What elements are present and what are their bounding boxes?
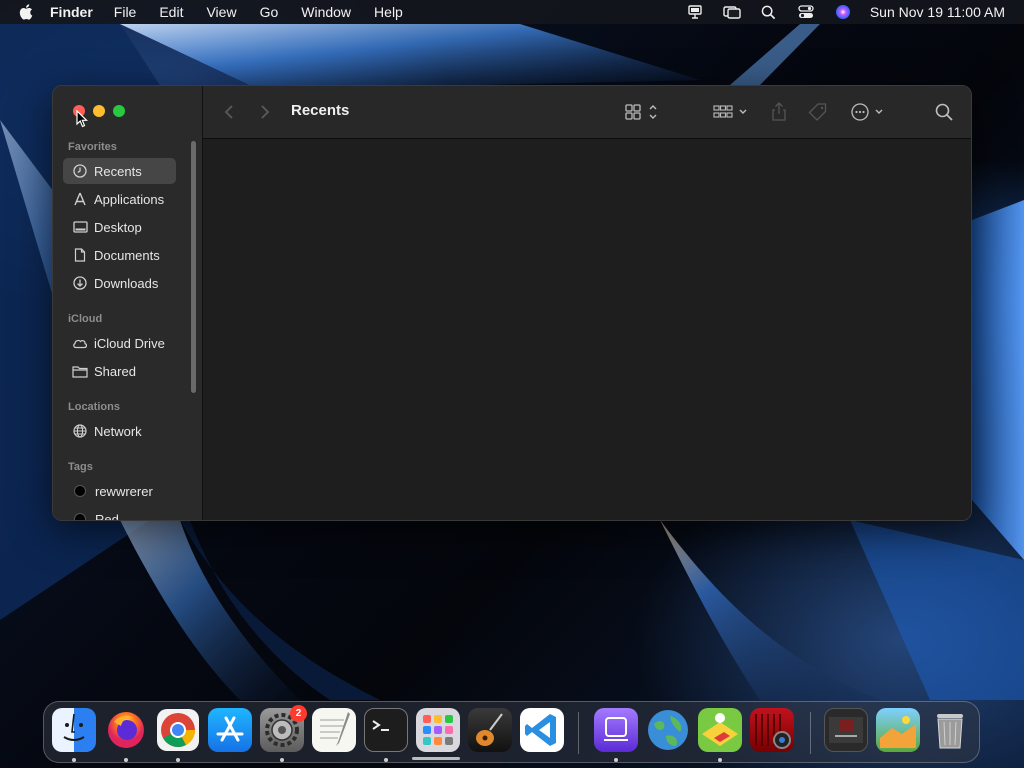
running-indicator	[124, 758, 128, 762]
menu-edit[interactable]: Edit	[159, 0, 183, 24]
sidebar-item-desktop[interactable]: Desktop	[63, 214, 176, 240]
siri-icon[interactable]	[833, 2, 853, 22]
dock-game-icon[interactable]	[698, 708, 742, 752]
mouse-pointer-icon	[76, 110, 88, 128]
dock-photobooth-icon[interactable]	[750, 708, 794, 752]
sidebar-item-label: Red	[95, 511, 119, 521]
dock-garageband-icon[interactable]	[468, 708, 512, 752]
section-locations: Locations	[68, 401, 120, 413]
spotlight-icon[interactable]	[759, 2, 779, 22]
sidebar-item-downloads[interactable]: Downloads	[63, 270, 176, 296]
share-icon[interactable]	[771, 100, 787, 124]
dock-settings-icon[interactable]: 2	[260, 705, 307, 752]
dock-terminal-icon[interactable]	[364, 708, 408, 752]
sidebar-scrollbar[interactable]	[191, 141, 196, 393]
dock-app-store-icon[interactable]	[208, 708, 252, 752]
section-icloud: iCloud	[68, 313, 103, 325]
menubar-clock[interactable]: Sun Nov 19 11:00 AM	[870, 4, 1005, 20]
applications-icon	[72, 191, 88, 207]
menu-view[interactable]: View	[206, 0, 236, 24]
sidebar-item-label: Network	[94, 423, 142, 439]
control-center-icon[interactable]	[796, 2, 816, 22]
sidebar-item-recents[interactable]: Recents	[63, 158, 176, 184]
sidebar-tag-rewwrerer[interactable]: rewwrerer	[63, 478, 176, 504]
minimize-button[interactable]	[93, 105, 105, 117]
dock-finder-icon[interactable]	[52, 708, 96, 752]
tag-icon[interactable]	[808, 100, 828, 124]
window-title: Recents	[291, 102, 350, 119]
shared-folder-icon	[72, 363, 88, 379]
search-icon[interactable]	[935, 100, 953, 124]
notification-badge: 2	[290, 705, 307, 722]
finder-sidebar: Favorites Recents Applications Desktop D…	[53, 86, 203, 520]
back-icon[interactable]	[223, 100, 235, 124]
sidebar-item-label: Desktop	[94, 219, 142, 235]
forward-icon[interactable]	[259, 100, 271, 124]
view-grid-icon[interactable]	[625, 100, 659, 124]
menu-help[interactable]: Help	[374, 0, 403, 24]
dock-separator	[810, 712, 811, 754]
tag-color-dot	[74, 485, 86, 497]
download-icon	[72, 275, 88, 291]
sidebar-item-network[interactable]: Network	[63, 418, 176, 444]
fullscreen-button[interactable]	[113, 105, 125, 117]
sidebar-item-label: Shared	[94, 363, 136, 379]
clock-icon	[72, 163, 88, 179]
finder-content: Recents	[203, 86, 971, 520]
sidebar-item-applications[interactable]: Applications	[63, 186, 176, 212]
dock-configurator-icon[interactable]	[594, 708, 638, 752]
dock-window-thumb-icon[interactable]	[876, 708, 920, 752]
dock-chrome-icon[interactable]	[156, 708, 200, 752]
menu-window[interactable]: Window	[301, 0, 351, 24]
desktop-icon	[72, 219, 88, 235]
running-indicator	[280, 758, 284, 762]
running-indicator	[72, 758, 76, 762]
finder-window: Favorites Recents Applications Desktop D…	[52, 85, 972, 521]
section-favorites: Favorites	[68, 141, 117, 153]
dock-separator	[578, 712, 579, 754]
dock-vscode-icon[interactable]	[520, 708, 564, 752]
dock-trash-icon[interactable]	[928, 708, 972, 752]
dock-textedit-icon[interactable]	[312, 708, 356, 752]
sidebar-item-label: Recents	[94, 163, 142, 179]
sidebar-item-label: Applications	[94, 191, 165, 207]
sidebar-tag-red[interactable]: Red	[63, 506, 176, 521]
dock-earth-icon[interactable]	[646, 708, 690, 752]
dock-launchpad-icon[interactable]	[416, 708, 460, 752]
sidebar-item-label: iCloud Drive	[94, 335, 165, 351]
dock: 2	[43, 701, 980, 763]
running-indicator	[176, 758, 180, 762]
sidebar-item-label: rewwrerer	[95, 483, 153, 499]
tag-color-dot	[74, 513, 86, 520]
group-icon[interactable]	[713, 100, 749, 124]
sidebar-item-label: Documents	[94, 247, 160, 263]
dock-indicator	[412, 757, 460, 760]
menu-go[interactable]: Go	[260, 0, 279, 24]
presenter-icon[interactable]	[685, 2, 705, 22]
running-indicator	[384, 758, 388, 762]
section-tags: Tags	[68, 461, 93, 473]
running-indicator	[614, 758, 618, 762]
screen-mirror-icon[interactable]	[722, 2, 742, 22]
document-icon	[72, 247, 88, 263]
finder-toolbar: Recents	[203, 86, 971, 139]
menu-bar: Finder File Edit View Go Window Help Sun…	[0, 0, 1024, 24]
more-icon[interactable]	[850, 100, 886, 124]
dock-window-thumb-icon[interactable]	[824, 708, 868, 752]
dock-firefox-icon[interactable]	[104, 708, 148, 752]
sidebar-item-icloud-drive[interactable]: iCloud Drive	[63, 330, 176, 356]
sidebar-item-shared[interactable]: Shared	[63, 358, 176, 384]
sidebar-item-label: Downloads	[94, 275, 159, 291]
apple-menu-icon[interactable]	[18, 3, 36, 21]
menu-app-name[interactable]: Finder	[50, 0, 93, 24]
menu-file[interactable]: File	[114, 0, 137, 24]
globe-icon	[72, 423, 88, 439]
sidebar-item-documents[interactable]: Documents	[63, 242, 176, 268]
cloud-icon	[72, 335, 88, 351]
running-indicator	[718, 758, 722, 762]
